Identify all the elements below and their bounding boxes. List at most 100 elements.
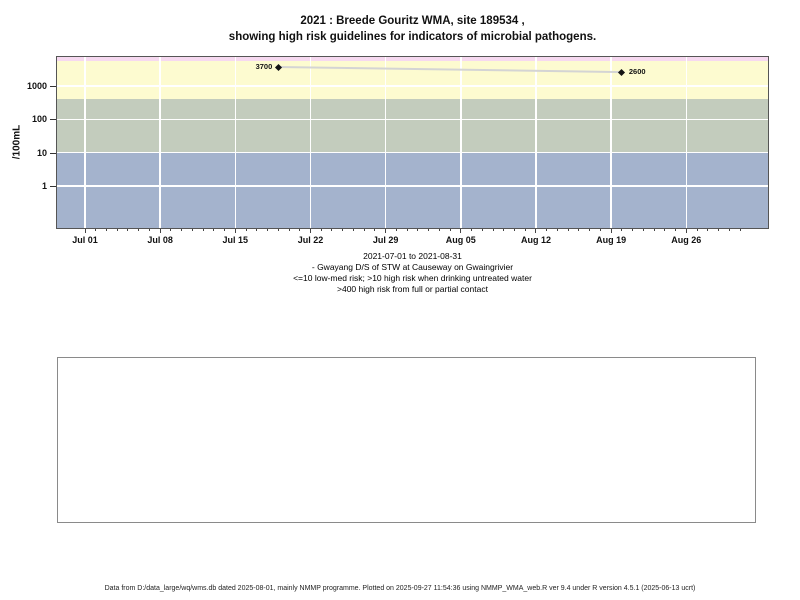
gridline-horizontal [57,185,768,187]
x-tick-label: Aug 26 [671,235,702,245]
x-tick-minor [374,229,376,231]
x-tick-minor [256,229,258,231]
x-tick-minor [148,229,150,231]
x-tick-minor [417,229,419,231]
x-tick-minor [449,229,451,231]
x-tick-minor [224,229,226,231]
x-tick-minor [524,229,526,231]
x-tick-minor [288,229,290,231]
data-point-label: 2600 [628,67,646,77]
band-low-med-risk [57,152,768,228]
y-tick [50,85,56,87]
data-point-label: 3700 [255,62,273,72]
gridline-vertical [309,57,312,228]
x-tick-minor [718,229,720,231]
x-tick-minor [116,229,118,231]
x-tick-minor [546,229,548,231]
x-tick-minor [707,229,709,231]
x-tick-minor [181,229,183,231]
caption-date-range: 2021-07-01 to 2021-08-31 [363,251,462,261]
caption-risk-line2: >400 high risk from full or partial cont… [337,284,488,294]
x-tick-minor [202,229,204,231]
footer-note: Data from D:/data_large/wq/wms.db dated … [104,585,696,592]
x-tick-minor [331,229,333,231]
y-tick [50,186,56,187]
x-tick-minor [138,229,140,231]
x-tick-minor [728,229,730,231]
y-tick-label: 10 [36,147,47,158]
x-tick-minor [245,229,247,231]
x-tick-major [610,229,612,233]
x-tick-minor [213,229,215,231]
gridline-vertical [535,57,537,228]
x-tick-minor [395,229,397,231]
gridline-vertical [610,57,612,228]
gridline-vertical [159,57,161,228]
plot-area: Eschericia colifaecal coliforms 37002600 [57,57,768,228]
x-tick-minor [696,229,698,231]
caption-site-name: - Gwayang D/S of STW at Causeway on Gwai… [311,262,514,272]
x-tick-major [460,229,462,233]
gridline-vertical [685,57,688,228]
x-tick-minor [514,229,515,231]
y-tick [50,152,56,154]
gridline-vertical [460,57,462,228]
gridline-vertical [384,57,387,228]
chart-caption: 2021-07-01 to 2021-08-31 - Gwayang D/S o… [57,251,768,295]
gridline-horizontal [57,151,768,154]
x-tick-major [535,229,537,233]
x-tick-minor [406,229,408,231]
gridline-vertical [234,57,237,228]
caption-risk-line1: <=10 low-med risk; >10 high risk when dr… [293,273,532,283]
x-tick-minor [267,229,269,231]
band-high-contact-risk [57,61,768,100]
chart-title: 2021 : Breede Gouritz WMA, site 189534 ,… [57,13,768,45]
x-tick-minor [191,229,193,231]
x-tick-label: Jul 15 [222,235,249,245]
x-tick-minor [277,229,279,231]
x-tick-minor [342,229,344,231]
x-tick-minor [471,229,473,231]
x-tick-minor [664,229,666,231]
gridline-horizontal [57,85,768,87]
x-tick-major [234,229,236,233]
gridline-vertical [84,57,86,228]
x-tick-minor [428,229,430,231]
x-tick-label: Jul 22 [297,235,324,245]
x-tick-minor [95,229,97,231]
x-tick-minor [170,229,172,231]
x-tick-label: Jul 08 [147,235,173,245]
x-tick-major [159,229,161,233]
x-tick-minor [739,229,741,231]
y-tick [50,119,56,121]
band-high-drinking-risk [57,99,768,153]
x-tick-minor [363,229,365,231]
x-tick-minor [556,229,558,231]
x-tick-minor [642,229,644,231]
x-tick-minor [567,229,569,231]
x-tick-major [385,229,387,233]
x-tick-minor [578,229,580,231]
y-tick-label: 100 [31,114,47,125]
x-tick-minor [127,229,129,231]
gridline-horizontal [57,118,768,121]
x-tick-minor [492,229,494,231]
x-tick-minor [481,229,483,231]
x-tick-minor [352,229,354,231]
y-tick-label: 1 [41,181,47,191]
notes-panel [57,357,756,523]
x-tick-minor [589,229,591,231]
x-tick-minor [599,229,601,231]
x-tick-label: Aug 12 [520,235,551,245]
x-tick-label: Aug 19 [596,235,627,245]
x-tick-label: Jul 29 [372,235,399,245]
x-tick-major [685,229,687,233]
x-tick-minor [621,229,623,231]
x-tick-minor [438,229,440,231]
y-tick-label: 1000 [26,80,47,91]
x-tick-minor [632,229,634,231]
chart-title-line1: 2021 : Breede Gouritz WMA, site 189534 , [300,15,525,27]
x-tick-minor [675,229,677,231]
x-tick-major [84,229,86,233]
x-tick-label: Aug 05 [445,235,476,245]
